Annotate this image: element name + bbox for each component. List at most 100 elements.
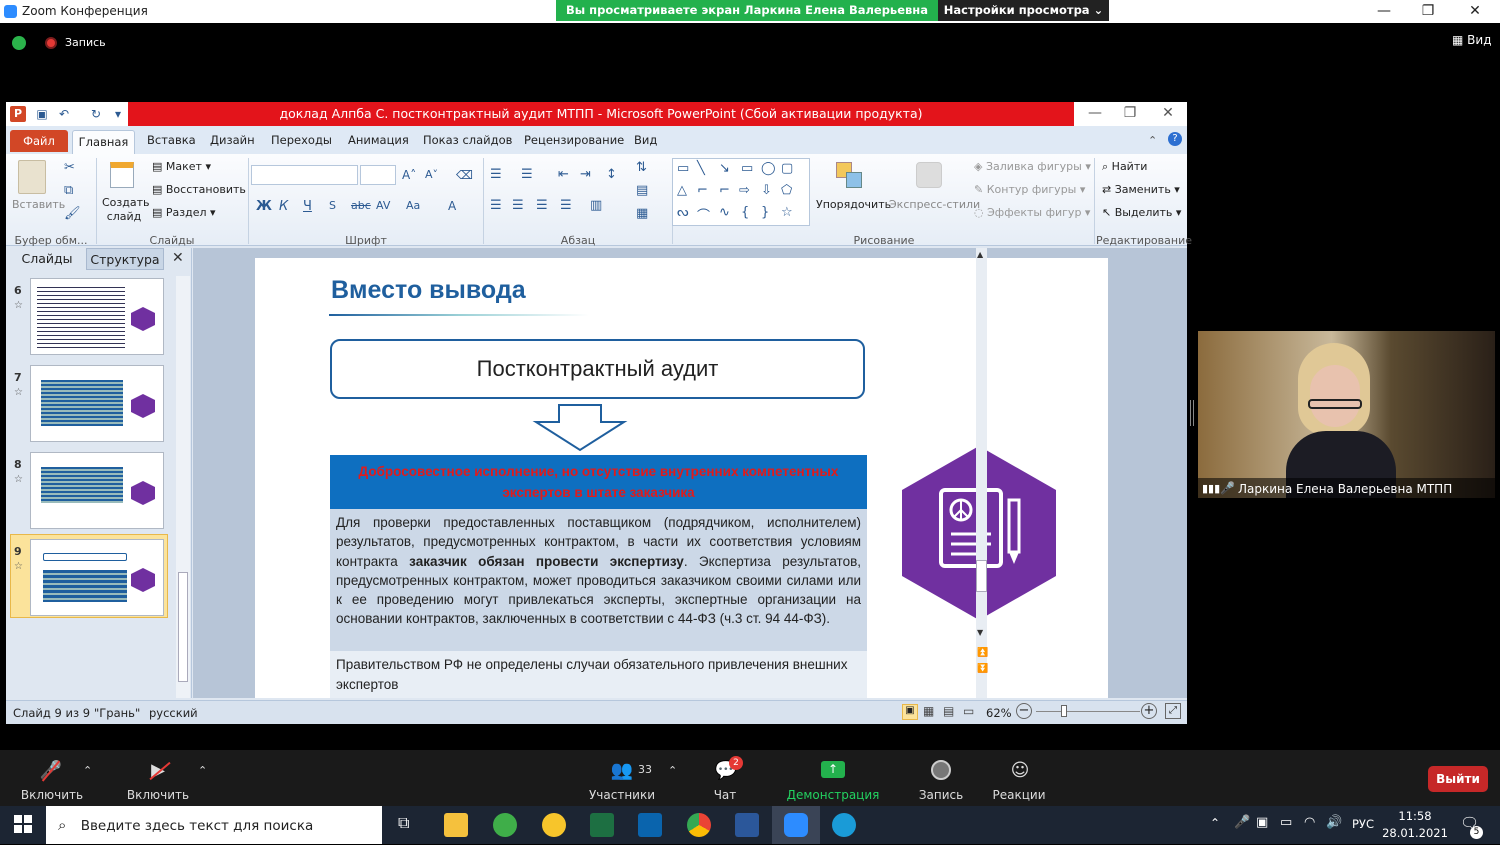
tab-file[interactable]: Файл bbox=[10, 130, 68, 152]
underline-icon[interactable]: Ч bbox=[303, 199, 312, 214]
align-right-icon[interactable]: ☰ bbox=[536, 198, 548, 213]
right-arrow-shape-icon[interactable]: ⇨ bbox=[739, 183, 750, 198]
network-icon[interactable]: ◠ bbox=[1304, 815, 1315, 830]
slide-thumbnail-7[interactable] bbox=[30, 365, 164, 442]
zoom-app-icon[interactable] bbox=[784, 813, 808, 837]
tab-home[interactable]: Главная bbox=[72, 130, 135, 154]
zoom-slider-thumb[interactable] bbox=[1061, 705, 1067, 717]
mic-muted-icon[interactable]: 🎤 bbox=[38, 760, 64, 782]
scroll-down-icon[interactable]: ▼ bbox=[977, 628, 983, 637]
paste-icon[interactable] bbox=[18, 160, 46, 194]
view-button[interactable]: ▦ Вид bbox=[1452, 33, 1491, 47]
record-button[interactable]: Запись bbox=[912, 788, 970, 802]
layout-button[interactable]: ▤ Макет ▾ bbox=[152, 160, 211, 173]
tab-transitions[interactable]: Переходы bbox=[271, 133, 332, 147]
arc-shape-icon[interactable]: ⌒ bbox=[697, 205, 710, 224]
excel-icon[interactable] bbox=[590, 813, 614, 837]
spacing-icon[interactable]: AV bbox=[376, 199, 390, 212]
text-direction-icon[interactable]: ⇅ bbox=[636, 160, 647, 175]
right-brace-shape-icon[interactable]: } bbox=[761, 205, 769, 220]
triangle-shape-icon[interactable]: △ bbox=[677, 183, 687, 198]
tab-outline[interactable]: Структура bbox=[86, 248, 164, 270]
participants-button[interactable]: Участники bbox=[586, 788, 658, 802]
view-settings-button[interactable]: Настройки просмотра ⌄ bbox=[938, 0, 1109, 21]
ppt-close-icon[interactable]: ✕ bbox=[1154, 105, 1182, 123]
reset-button[interactable]: ▤ Восстановить bbox=[152, 183, 246, 196]
input-language[interactable]: РУС bbox=[1352, 817, 1374, 831]
leave-button[interactable]: Выйти bbox=[1428, 766, 1488, 792]
clock-time[interactable]: 11:58 bbox=[1386, 809, 1444, 823]
postcontract-audit-box[interactable]: Постконтрактный аудит bbox=[330, 339, 865, 399]
tab-review[interactable]: Рецензирование bbox=[524, 133, 624, 147]
left-brace-shape-icon[interactable]: { bbox=[741, 205, 749, 220]
redo-icon[interactable]: ↻ bbox=[88, 106, 104, 122]
expertise-paragraph[interactable]: Для проверки предоставленных поставщиком… bbox=[330, 509, 867, 651]
save-icon[interactable]: ▣ bbox=[34, 106, 50, 122]
shape-effects-button[interactable]: ◌ Эффекты фигур ▾ bbox=[974, 206, 1090, 219]
reactions-icon[interactable]: ☺ bbox=[1006, 760, 1034, 781]
close-icon[interactable]: ✕ bbox=[1455, 2, 1495, 20]
reactions-button[interactable]: Реакции bbox=[988, 788, 1050, 802]
fit-to-window-icon[interactable]: ⤢ bbox=[1165, 703, 1181, 719]
taskbar-search[interactable]: ⌕ Введите здесь текст для поиска bbox=[46, 806, 382, 844]
slide-sorter-icon[interactable]: ▦ bbox=[923, 704, 934, 718]
copy-icon[interactable]: ⧉ bbox=[64, 183, 73, 198]
shape-outline-button[interactable]: ✎ Контур фигуры ▾ bbox=[974, 183, 1085, 196]
font-size-field[interactable] bbox=[360, 165, 396, 185]
audio-options-icon[interactable]: ⌃ bbox=[83, 764, 92, 777]
slideshow-icon[interactable]: ▭ bbox=[963, 704, 974, 718]
tab-slides[interactable]: Слайды bbox=[12, 248, 82, 270]
star-shape-icon[interactable]: ☆ bbox=[781, 205, 793, 220]
line-shape-icon[interactable]: ╲ bbox=[697, 161, 705, 176]
scroll-thumb[interactable] bbox=[178, 572, 188, 682]
chat-button[interactable]: Чат bbox=[700, 788, 750, 802]
font-name-field[interactable] bbox=[251, 165, 358, 185]
record-button-icon[interactable] bbox=[931, 760, 951, 780]
align-center-icon[interactable]: ☰ bbox=[512, 198, 524, 213]
textbox-shape-icon[interactable]: ▭ bbox=[677, 161, 689, 176]
increase-indent-icon[interactable]: ⇥ bbox=[580, 167, 591, 182]
replace-button[interactable]: ⇄ Заменить ▾ bbox=[1102, 183, 1180, 196]
slide-vertical-scrollbar[interactable]: ▲ ▼ ⏫ ⏬ bbox=[976, 248, 988, 698]
tab-view[interactable]: Вид bbox=[634, 133, 657, 147]
align-text-icon[interactable]: ▤ bbox=[636, 183, 648, 198]
slide-title[interactable]: Вместо вывода bbox=[331, 276, 526, 305]
tab-design[interactable]: Дизайн bbox=[210, 133, 255, 147]
language-status[interactable]: русский bbox=[149, 706, 198, 720]
file-explorer-icon[interactable] bbox=[444, 813, 468, 837]
rounded-rect-shape-icon[interactable]: ▢ bbox=[781, 161, 793, 176]
next-slide-icon[interactable]: ⏬ bbox=[977, 664, 988, 674]
grow-font-icon[interactable]: A˄ bbox=[402, 168, 416, 182]
cut-icon[interactable]: ✂ bbox=[64, 160, 75, 175]
1c-app-icon[interactable] bbox=[542, 813, 566, 837]
minimize-icon[interactable]: — bbox=[1364, 2, 1404, 20]
shield-icon[interactable] bbox=[12, 36, 26, 50]
shadow-icon[interactable]: S bbox=[329, 199, 336, 212]
bold-icon[interactable]: Ж bbox=[256, 199, 272, 214]
restore-icon[interactable]: ❐ bbox=[1408, 2, 1448, 20]
government-paragraph[interactable]: Правительством РФ не определены случаи о… bbox=[330, 651, 867, 698]
normal-view-icon[interactable]: ▣ bbox=[902, 704, 918, 720]
rectangle-shape-icon[interactable]: ▭ bbox=[741, 161, 753, 176]
change-case-icon[interactable]: Aa bbox=[406, 199, 420, 212]
zoom-in-icon[interactable]: + bbox=[1141, 703, 1157, 719]
scroll-up-icon[interactable]: ▲ bbox=[977, 250, 983, 259]
zoom-level[interactable]: 62% bbox=[986, 706, 1012, 720]
arrange-button[interactable]: Упорядочить bbox=[816, 198, 891, 211]
strikethrough-icon[interactable]: abc bbox=[351, 199, 371, 212]
reading-view-icon[interactable]: ▤ bbox=[943, 704, 954, 718]
shape-fill-button[interactable]: ◈ Заливка фигуры ▾ bbox=[974, 160, 1091, 173]
share-screen-icon[interactable]: ↑ bbox=[821, 761, 845, 778]
show-hidden-icons[interactable]: ⌃ bbox=[1210, 816, 1220, 830]
arrow-line-shape-icon[interactable]: ↘ bbox=[719, 161, 730, 176]
smartart-icon[interactable]: ▦ bbox=[636, 206, 648, 221]
close-pane-icon[interactable]: ✕ bbox=[172, 250, 184, 266]
slide-thumbnail-9[interactable] bbox=[30, 539, 164, 616]
slide-scroll-thumb[interactable] bbox=[976, 560, 987, 592]
justify-icon[interactable]: ☰ bbox=[560, 198, 572, 213]
bullets-icon[interactable]: ☰ bbox=[490, 167, 502, 182]
help-icon[interactable]: ? bbox=[1168, 132, 1182, 146]
oval-shape-icon[interactable]: ◯ bbox=[761, 161, 776, 176]
scribble-shape-icon[interactable]: ᔓ bbox=[677, 205, 689, 220]
new-slide-icon[interactable] bbox=[110, 162, 134, 188]
